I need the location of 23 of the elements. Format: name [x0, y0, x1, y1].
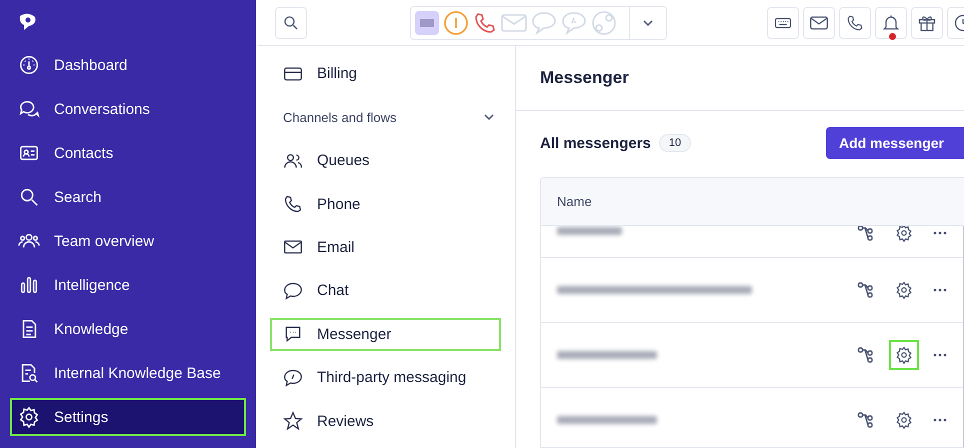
- sidebar-item[interactable]: Settings: [10, 398, 246, 436]
- menu-item[interactable]: Phone: [270, 187, 501, 221]
- menu-item[interactable]: Chat: [270, 274, 501, 308]
- sidebar-item[interactable]: Contacts: [10, 134, 246, 172]
- sidebar-item[interactable]: Team overview: [10, 222, 246, 260]
- sidebar-item[interactable]: Dashboard: [10, 46, 246, 84]
- menu-item[interactable]: Reviews: [270, 404, 501, 438]
- sidebar-item[interactable]: Search: [10, 178, 246, 216]
- section-title: All messengers: [540, 134, 651, 152]
- count-badge: 10: [658, 134, 692, 152]
- menu-item[interactable]: Messenger: [270, 318, 501, 352]
- page-title: Messenger: [540, 68, 629, 88]
- menu-item[interactable]: Billing: [270, 57, 501, 90]
- menu-item[interactable]: Third-party messaging: [270, 361, 501, 395]
- menu-group-header[interactable]: Channels and flows: [270, 100, 501, 134]
- menu-item[interactable]: Queues: [270, 144, 501, 178]
- sidebar-item[interactable]: Internal Knowledge Base: [10, 354, 246, 392]
- sidebar-item[interactable]: Intelligence: [10, 266, 246, 304]
- column-header[interactable]: Name: [557, 194, 592, 209]
- sidebar-item[interactable]: Knowledge: [10, 310, 246, 348]
- sidebar-item[interactable]: Conversations: [10, 90, 246, 128]
- add-messenger-button[interactable]: Add messenger: [826, 127, 964, 159]
- menu-item[interactable]: Email: [270, 230, 501, 264]
